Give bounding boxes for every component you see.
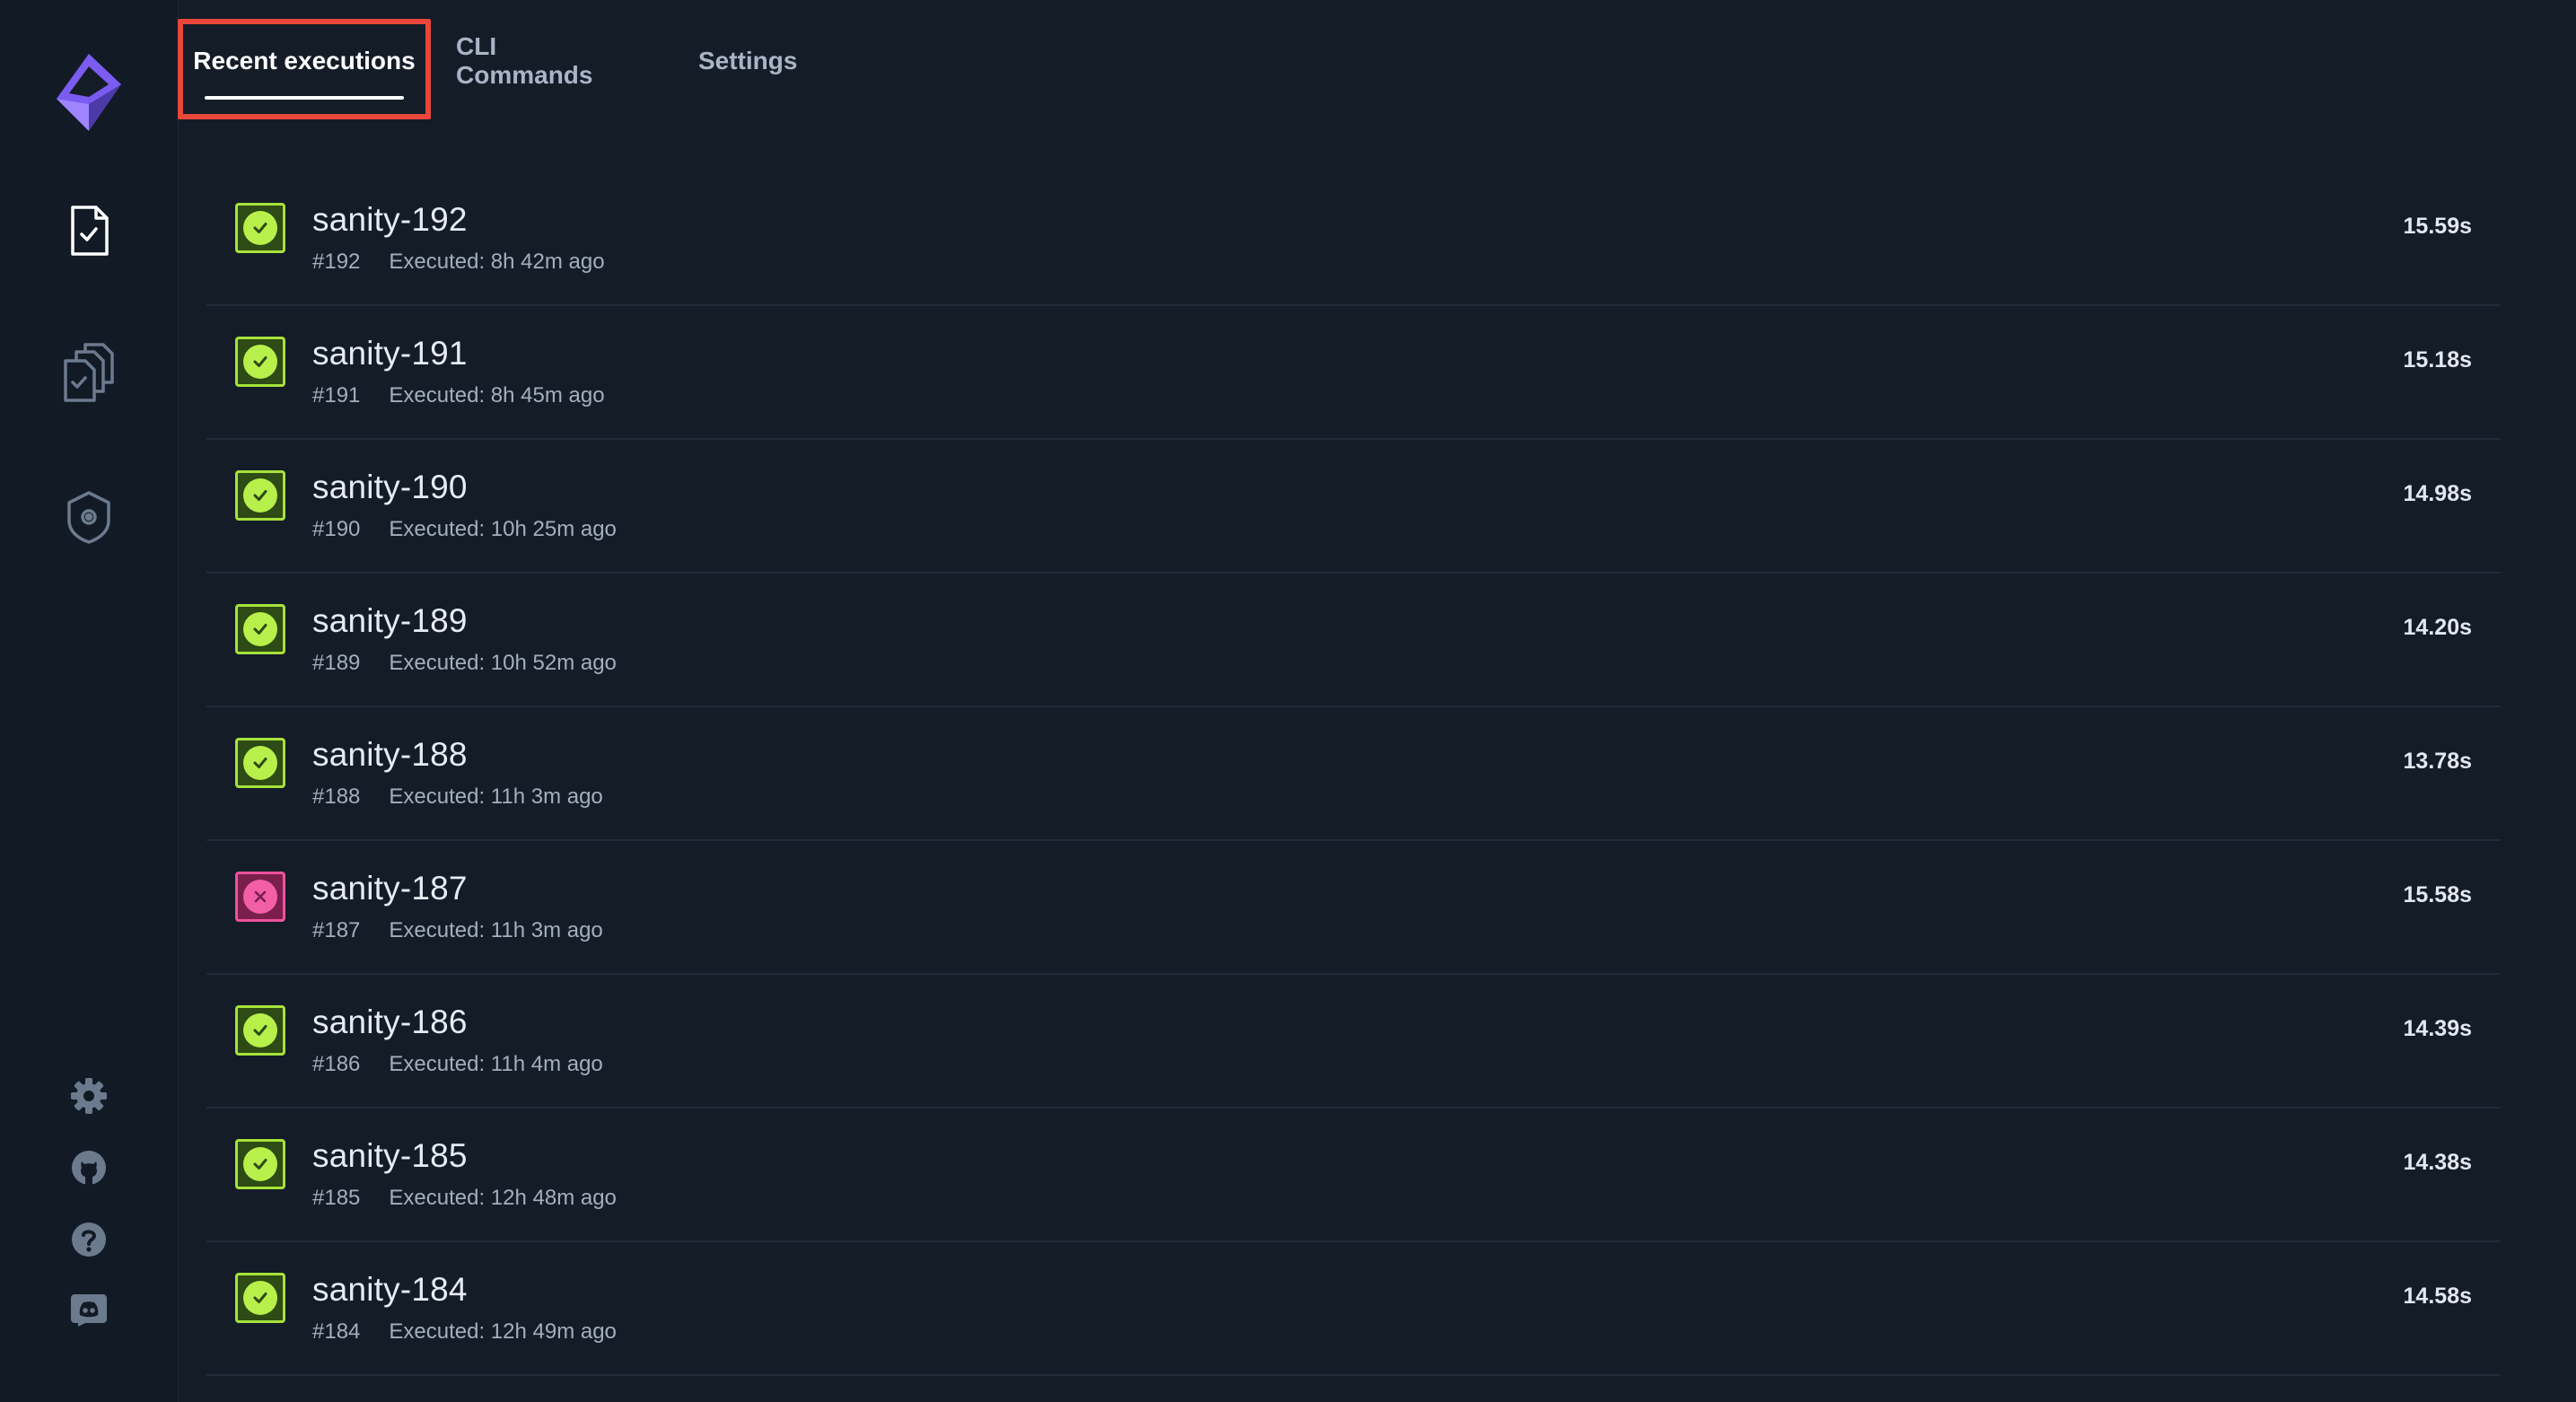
- execution-number: #189: [312, 651, 361, 675]
- tab-label: Settings: [698, 47, 798, 74]
- execution-name[interactable]: sanity-187: [312, 870, 468, 907]
- execution-duration: 15.59s: [2403, 214, 2472, 239]
- execution-row[interactable]: sanity-186 #186 Executed: 11h 4m ago 14.…: [206, 975, 2501, 1108]
- execution-number: #192: [312, 250, 361, 274]
- execution-number: #186: [312, 1052, 361, 1076]
- status-icon: [243, 1147, 277, 1181]
- github-icon[interactable]: [0, 1147, 178, 1188]
- execution-duration: 14.98s: [2403, 481, 2472, 506]
- main-content: Recent executions CLI Commands Settings …: [178, 0, 2576, 1402]
- status-icon: [243, 345, 277, 379]
- execution-number: #191: [312, 383, 361, 407]
- execution-name[interactable]: sanity-190: [312, 469, 468, 506]
- discord-icon[interactable]: [0, 1289, 178, 1330]
- execution-row[interactable]: sanity-190 #190 Executed: 10h 25m ago 14…: [206, 440, 2501, 574]
- tab-label: Recent executions: [193, 47, 416, 74]
- status-badge: [235, 203, 285, 253]
- status-badge: [235, 604, 285, 654]
- execution-row[interactable]: sanity-192 #192 Executed: 8h 42m ago 15.…: [206, 172, 2501, 306]
- status-badge: [235, 470, 285, 521]
- sidebar: [0, 0, 179, 1402]
- tab-cli-commands[interactable]: CLI Commands: [456, 0, 592, 122]
- execution-name[interactable]: sanity-191: [312, 335, 468, 372]
- help-icon[interactable]: [0, 1219, 178, 1260]
- tab-label: CLI Commands: [456, 32, 593, 89]
- execution-time: Executed: 8h 45m ago: [389, 383, 605, 407]
- tab-settings[interactable]: Settings: [698, 0, 797, 122]
- shield-gear-icon[interactable]: [0, 488, 178, 546]
- execution-row[interactable]: sanity-191 #191 Executed: 8h 45m ago 15.…: [206, 306, 2501, 440]
- tab-recent-executions[interactable]: Recent executions: [178, 0, 431, 122]
- status-badge: [235, 1005, 285, 1056]
- execution-number: #188: [312, 784, 361, 809]
- execution-time: Executed: 12h 49m ago: [389, 1319, 617, 1344]
- execution-row[interactable]: sanity-189 #189 Executed: 10h 52m ago 14…: [206, 574, 2501, 707]
- status-badge: [235, 1273, 285, 1323]
- execution-time: Executed: 11h 4m ago: [389, 1052, 603, 1076]
- execution-meta: #186 Executed: 11h 4m ago: [312, 1052, 603, 1077]
- execution-meta: #192 Executed: 8h 42m ago: [312, 250, 605, 275]
- test-file-icon[interactable]: [0, 201, 178, 260]
- settings-gear-icon[interactable]: [0, 1075, 178, 1117]
- status-badge: [235, 872, 285, 922]
- execution-duration: 14.20s: [2403, 615, 2472, 640]
- execution-duration: 15.58s: [2403, 882, 2472, 907]
- status-icon: [243, 1013, 277, 1047]
- status-icon: [243, 478, 277, 513]
- execution-name[interactable]: sanity-184: [312, 1271, 468, 1309]
- execution-time: Executed: 10h 25m ago: [389, 517, 617, 541]
- execution-time: Executed: 11h 3m ago: [389, 918, 603, 942]
- active-tab-underline: [205, 96, 404, 100]
- execution-duration: 14.39s: [2403, 1016, 2472, 1041]
- execution-name[interactable]: sanity-186: [312, 1003, 468, 1041]
- status-icon: [243, 1281, 277, 1315]
- execution-duration: 14.38s: [2403, 1150, 2472, 1175]
- execution-row[interactable]: sanity-187 #187 Executed: 11h 3m ago 15.…: [206, 841, 2501, 975]
- status-badge: [235, 738, 285, 788]
- execution-name[interactable]: sanity-185: [312, 1137, 468, 1175]
- execution-time: Executed: 12h 48m ago: [389, 1186, 617, 1210]
- logo-icon[interactable]: [0, 50, 178, 135]
- app: Recent executions CLI Commands Settings …: [0, 0, 2576, 1402]
- status-icon: [243, 746, 277, 780]
- test-suites-icon[interactable]: [0, 341, 178, 404]
- execution-name[interactable]: sanity-189: [312, 602, 468, 640]
- execution-time: Executed: 8h 42m ago: [389, 250, 605, 274]
- execution-meta: #184 Executed: 12h 49m ago: [312, 1319, 617, 1345]
- execution-meta: #188 Executed: 11h 3m ago: [312, 784, 603, 810]
- execution-meta: #185 Executed: 12h 48m ago: [312, 1186, 617, 1211]
- execution-time: Executed: 11h 3m ago: [389, 784, 603, 809]
- execution-row[interactable]: sanity-185 #185 Executed: 12h 48m ago 14…: [206, 1108, 2501, 1242]
- status-icon: [243, 612, 277, 646]
- execution-duration: 14.58s: [2403, 1284, 2472, 1309]
- execution-meta: #187 Executed: 11h 3m ago: [312, 918, 603, 943]
- status-badge: [235, 337, 285, 387]
- status-badge: [235, 1139, 285, 1189]
- execution-number: #187: [312, 918, 361, 942]
- execution-duration: 15.18s: [2403, 347, 2472, 372]
- execution-meta: #190 Executed: 10h 25m ago: [312, 517, 617, 542]
- execution-number: #190: [312, 517, 361, 541]
- execution-row[interactable]: sanity-188 #188 Executed: 11h 3m ago 13.…: [206, 707, 2501, 841]
- execution-meta: #189 Executed: 10h 52m ago: [312, 651, 617, 676]
- execution-number: #185: [312, 1186, 361, 1210]
- execution-row[interactable]: sanity-184 #184 Executed: 12h 49m ago 14…: [206, 1242, 2501, 1376]
- execution-name[interactable]: sanity-192: [312, 201, 468, 239]
- execution-number: #184: [312, 1319, 361, 1344]
- execution-time: Executed: 10h 52m ago: [389, 651, 617, 675]
- execution-meta: #191 Executed: 8h 45m ago: [312, 383, 605, 408]
- status-icon: [243, 211, 277, 245]
- execution-name[interactable]: sanity-188: [312, 736, 468, 774]
- execution-duration: 13.78s: [2403, 749, 2472, 774]
- executions-list: sanity-192 #192 Executed: 8h 42m ago 15.…: [206, 172, 2501, 1376]
- status-icon: [243, 880, 277, 914]
